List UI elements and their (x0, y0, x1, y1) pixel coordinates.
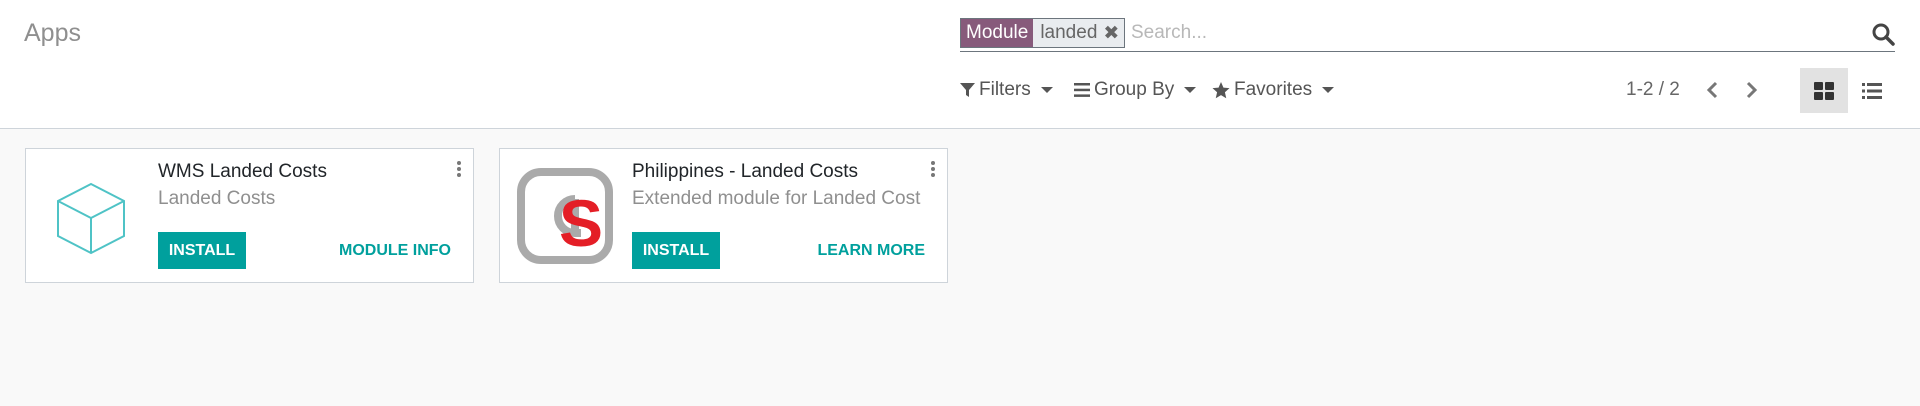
chevron-left-icon (1706, 81, 1718, 99)
kebab-menu-icon[interactable] (930, 160, 936, 178)
list-view-button[interactable] (1848, 68, 1896, 113)
learn-more-link[interactable]: LEARN MORE (817, 232, 925, 269)
groupby-label: Group By (1094, 79, 1175, 100)
facet-category: Module (961, 19, 1034, 47)
caret-down-icon (1040, 87, 1053, 93)
chevron-right-icon (1746, 81, 1758, 99)
card-title: WMS Landed Costs (158, 161, 327, 182)
favorites-label: Favorites (1234, 79, 1313, 100)
card-title: Philippines - Landed Costs (632, 161, 859, 182)
install-button[interactable]: INSTALL (158, 232, 246, 269)
groupby-dropdown[interactable]: Group By (1074, 79, 1197, 101)
filters-dropdown[interactable]: Filters (960, 79, 1053, 101)
pager-next-button[interactable] (1740, 78, 1764, 102)
caret-down-icon (1184, 87, 1197, 93)
module-info-link[interactable]: MODULE INFO (339, 232, 451, 269)
searchview: Module landed ✖ (960, 18, 1895, 52)
facet-remove-icon[interactable]: ✖ (1101, 19, 1125, 47)
kebab-menu-icon[interactable] (456, 160, 462, 178)
bars-icon (1074, 83, 1090, 97)
card-summary: Landed Costs (158, 188, 276, 209)
th-large-icon (1814, 81, 1834, 100)
filter-icon (960, 83, 975, 97)
as-logo-icon: S (517, 168, 613, 264)
pager-previous-button[interactable] (1700, 78, 1724, 102)
svg-text:S: S (559, 186, 603, 260)
facet-value: landed (1033, 19, 1102, 47)
star-icon (1212, 81, 1230, 98)
pager-value[interactable]: 1-2 / 2 (1626, 79, 1680, 101)
search-icon[interactable] (1871, 22, 1895, 46)
caret-down-icon (1322, 87, 1335, 93)
page-title: Apps (24, 19, 81, 47)
favorites-dropdown[interactable]: Favorites (1212, 79, 1335, 101)
card-summary: Extended module for Landed Cost (632, 188, 921, 209)
kanban-view-button[interactable] (1800, 68, 1848, 113)
install-button[interactable]: INSTALL (632, 232, 720, 269)
filters-label: Filters (979, 79, 1031, 100)
app-card[interactable]: S Philippines - Landed Costs Extended mo… (499, 148, 948, 283)
list-icon (1862, 82, 1882, 99)
cube-icon (57, 182, 125, 255)
search-facet[interactable]: Module landed ✖ (960, 18, 1126, 48)
search-input[interactable] (1131, 20, 1831, 46)
app-card[interactable]: WMS Landed Costs Landed Costs INSTALL MO… (25, 148, 474, 283)
control-panel: Apps Module landed ✖ Filters Group By Fa… (0, 0, 1920, 129)
